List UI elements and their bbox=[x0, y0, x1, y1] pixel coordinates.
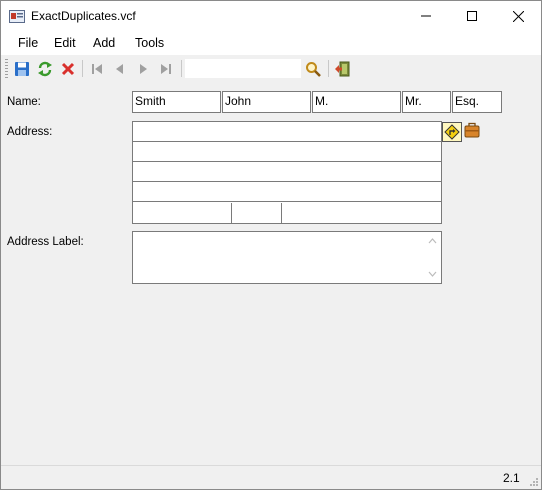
window-title: ExactDuplicates.vcf bbox=[31, 9, 136, 23]
zip-field[interactable] bbox=[282, 203, 441, 223]
toolbar-separator bbox=[181, 60, 182, 77]
resize-grip-icon[interactable] bbox=[529, 477, 539, 487]
address-label: Address: bbox=[7, 126, 53, 138]
refresh-icon bbox=[38, 61, 52, 76]
menu-file[interactable]: File bbox=[18, 36, 38, 50]
status-bar: 2.1 bbox=[1, 465, 541, 489]
maximize-button[interactable] bbox=[449, 1, 495, 31]
city-field[interactable] bbox=[133, 203, 232, 223]
last-record-icon bbox=[161, 63, 171, 74]
address-line-2-field[interactable] bbox=[133, 142, 441, 162]
close-icon bbox=[512, 10, 524, 22]
middle-name-field[interactable]: M. bbox=[312, 91, 401, 113]
road-sign-icon bbox=[444, 124, 460, 140]
delete-icon bbox=[61, 62, 75, 75]
maximize-icon bbox=[467, 11, 477, 21]
minimize-button[interactable] bbox=[403, 1, 449, 31]
app-window: ExactDuplicates.vcf File Edit Add Tools bbox=[0, 0, 542, 490]
address-line-3-field[interactable] bbox=[133, 162, 441, 182]
previous-record-icon bbox=[116, 63, 123, 74]
menu-bar: File Edit Add Tools bbox=[1, 32, 541, 55]
address-line-1-field[interactable] bbox=[133, 122, 441, 142]
name-label: Name: bbox=[7, 96, 41, 108]
vcard-version: 2.1 bbox=[503, 471, 520, 485]
address-block bbox=[132, 121, 442, 224]
last-record-button[interactable] bbox=[156, 59, 176, 78]
suffix-field[interactable]: Esq. bbox=[452, 91, 502, 113]
first-record-button[interactable] bbox=[87, 59, 107, 78]
toolbar-grip[interactable] bbox=[5, 59, 8, 78]
first-name-field[interactable]: John bbox=[222, 91, 311, 113]
menu-add[interactable]: Add bbox=[93, 36, 115, 50]
save-icon bbox=[15, 61, 29, 76]
search-button[interactable] bbox=[303, 59, 323, 78]
delete-button[interactable] bbox=[58, 59, 78, 78]
search-icon bbox=[306, 61, 321, 77]
address-label-textarea[interactable] bbox=[132, 231, 442, 284]
previous-record-button[interactable] bbox=[110, 59, 130, 78]
contact-card-icon bbox=[9, 10, 25, 23]
scroll-down-icon[interactable] bbox=[428, 270, 437, 278]
search-input[interactable] bbox=[185, 59, 301, 78]
business-address-button[interactable] bbox=[462, 120, 482, 140]
close-button[interactable] bbox=[495, 1, 541, 31]
toolbar-separator bbox=[82, 60, 83, 77]
next-record-button[interactable] bbox=[133, 59, 153, 78]
first-record-icon bbox=[92, 63, 102, 74]
minimize-icon bbox=[421, 15, 431, 17]
briefcase-icon bbox=[464, 122, 480, 138]
refresh-button[interactable] bbox=[35, 59, 55, 78]
map-button[interactable] bbox=[442, 122, 462, 142]
toolbar-separator bbox=[328, 60, 329, 77]
last-name-field[interactable]: Smith bbox=[132, 91, 221, 113]
save-button[interactable] bbox=[12, 59, 32, 78]
menu-tools[interactable]: Tools bbox=[135, 36, 164, 50]
menu-edit[interactable]: Edit bbox=[54, 36, 76, 50]
scroll-up-icon[interactable] bbox=[428, 237, 437, 245]
address-line-4-field[interactable] bbox=[133, 182, 441, 202]
next-record-icon bbox=[140, 63, 147, 74]
state-field[interactable] bbox=[232, 203, 282, 223]
title-bar: ExactDuplicates.vcf bbox=[1, 1, 541, 32]
toolbar bbox=[1, 56, 541, 81]
prefix-field[interactable]: Mr. bbox=[402, 91, 451, 113]
exit-button[interactable] bbox=[332, 59, 352, 78]
exit-door-icon bbox=[335, 61, 350, 76]
address-label-label: Address Label: bbox=[7, 236, 84, 248]
